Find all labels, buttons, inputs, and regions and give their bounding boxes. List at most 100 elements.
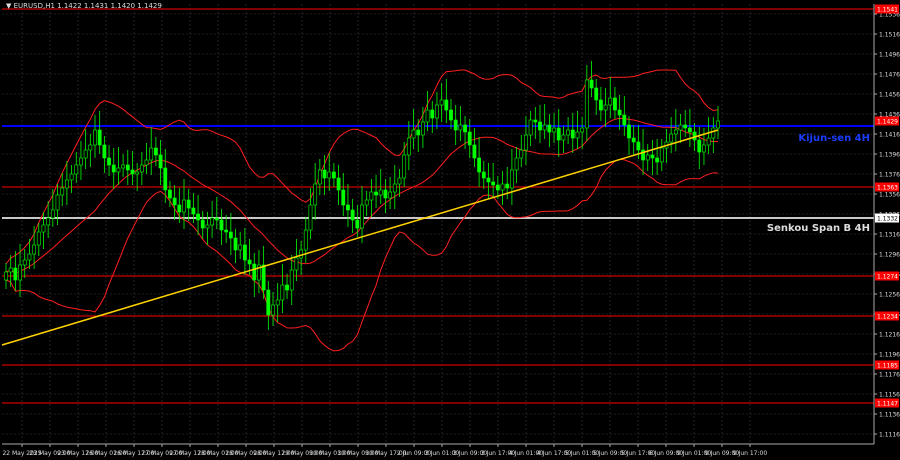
candle-body: [139, 164, 144, 173]
candle-body: [594, 87, 599, 101]
candle-body: [716, 120, 720, 129]
candle-body: [116, 167, 121, 173]
price-tag-text: 1.1541: [877, 7, 898, 14]
candle-body: [64, 179, 69, 189]
candle-body: [8, 267, 13, 273]
candle-body: [196, 213, 200, 221]
candle-body: [242, 244, 247, 261]
candle-body: [486, 177, 491, 183]
candle-body: [673, 129, 678, 135]
y-tick-label: 1.1376: [879, 172, 900, 179]
price-tag-text: 1.1147: [877, 401, 898, 408]
candle-body: [32, 244, 37, 255]
candle-body: [55, 194, 60, 211]
candle-body: [449, 109, 453, 121]
candle-body: [439, 99, 444, 106]
candle-body: [191, 207, 196, 215]
candle-body: [416, 129, 421, 136]
candle-body: [350, 209, 355, 221]
candle-body: [617, 109, 622, 116]
candle-body: [420, 121, 425, 136]
candle-body: [383, 189, 388, 199]
candle-body: [219, 219, 224, 231]
candle-body: [397, 177, 402, 185]
candle-body: [149, 147, 154, 161]
candle-body: [46, 217, 51, 226]
y-tick-label: 1.1176: [879, 372, 900, 379]
candle-body: [4, 271, 8, 281]
y-tick-label: 1.1496: [879, 52, 900, 59]
candle-body: [60, 187, 65, 196]
price-tag-text: 1.1363: [877, 185, 898, 192]
candle-body: [308, 204, 313, 231]
candle-body: [566, 129, 571, 136]
candle-body: [285, 284, 289, 291]
candle-body: [135, 171, 140, 175]
candle-body: [97, 129, 102, 146]
candle-body: [346, 204, 350, 211]
candle-body: [299, 249, 304, 259]
candle-body: [50, 209, 55, 219]
candle-body: [678, 124, 683, 131]
candle-body: [458, 124, 463, 131]
candle-body: [74, 164, 79, 175]
candle-body: [228, 231, 233, 239]
candle-body: [627, 124, 631, 139]
candle-body: [697, 139, 702, 153]
candle-body: [411, 129, 416, 139]
candle-body: [88, 144, 93, 151]
candle-body: [659, 147, 664, 163]
candle-body: [519, 149, 524, 159]
candle-body: [584, 79, 589, 129]
candle-body: [598, 99, 603, 111]
candle-body: [580, 127, 585, 133]
candle-body: [210, 217, 215, 226]
candle-body: [158, 154, 163, 169]
y-tick-label: 1.1396: [879, 152, 900, 159]
candle-body: [430, 109, 435, 119]
candle-body: [613, 97, 617, 111]
candle-body: [172, 197, 177, 206]
candle-body: [327, 171, 332, 179]
candle-body: [533, 119, 538, 123]
candle-body: [388, 191, 393, 199]
chart-background: [0, 0, 900, 460]
kijun-sen-label: Kijun-sen 4H: [798, 133, 870, 144]
dropdown-icon[interactable]: ▼: [6, 2, 14, 10]
candle-body: [378, 189, 383, 196]
candle-body: [392, 183, 397, 193]
price-tag-text: 1.1274: [877, 274, 898, 281]
candle-body: [608, 97, 613, 106]
candle-body: [266, 289, 271, 316]
candle-body: [83, 149, 88, 159]
candle-body: [261, 264, 266, 291]
candle-body: [406, 137, 411, 156]
y-tick-label: 1.1476: [879, 72, 900, 79]
candle-body: [252, 263, 257, 281]
candle-body: [650, 154, 655, 159]
candle-body: [655, 157, 660, 163]
candle-body: [121, 164, 126, 169]
y-tick-label: 1.1296: [879, 252, 900, 259]
candle-body: [18, 264, 22, 281]
candle-body: [107, 157, 111, 166]
candle-body: [79, 157, 83, 166]
candle-body: [102, 144, 107, 159]
price-chart: 1.15361.15161.14961.14761.14561.14361.14…: [0, 0, 900, 460]
candle-body: [360, 204, 364, 229]
candle-body: [322, 169, 327, 179]
candle-body: [711, 127, 716, 139]
candle-body: [552, 127, 556, 133]
candle-body: [280, 284, 285, 301]
candle-body: [182, 199, 186, 213]
y-tick-label: 1.1196: [879, 352, 900, 359]
candle-body: [271, 304, 275, 316]
candle-body: [336, 177, 341, 191]
candle-body: [495, 184, 500, 191]
candle-body: [238, 244, 243, 251]
candle-body: [524, 134, 528, 151]
candle-body: [444, 99, 449, 111]
y-tick-label: 1.1256: [879, 292, 900, 299]
candle-body: [505, 183, 510, 189]
candle-body: [702, 144, 706, 153]
